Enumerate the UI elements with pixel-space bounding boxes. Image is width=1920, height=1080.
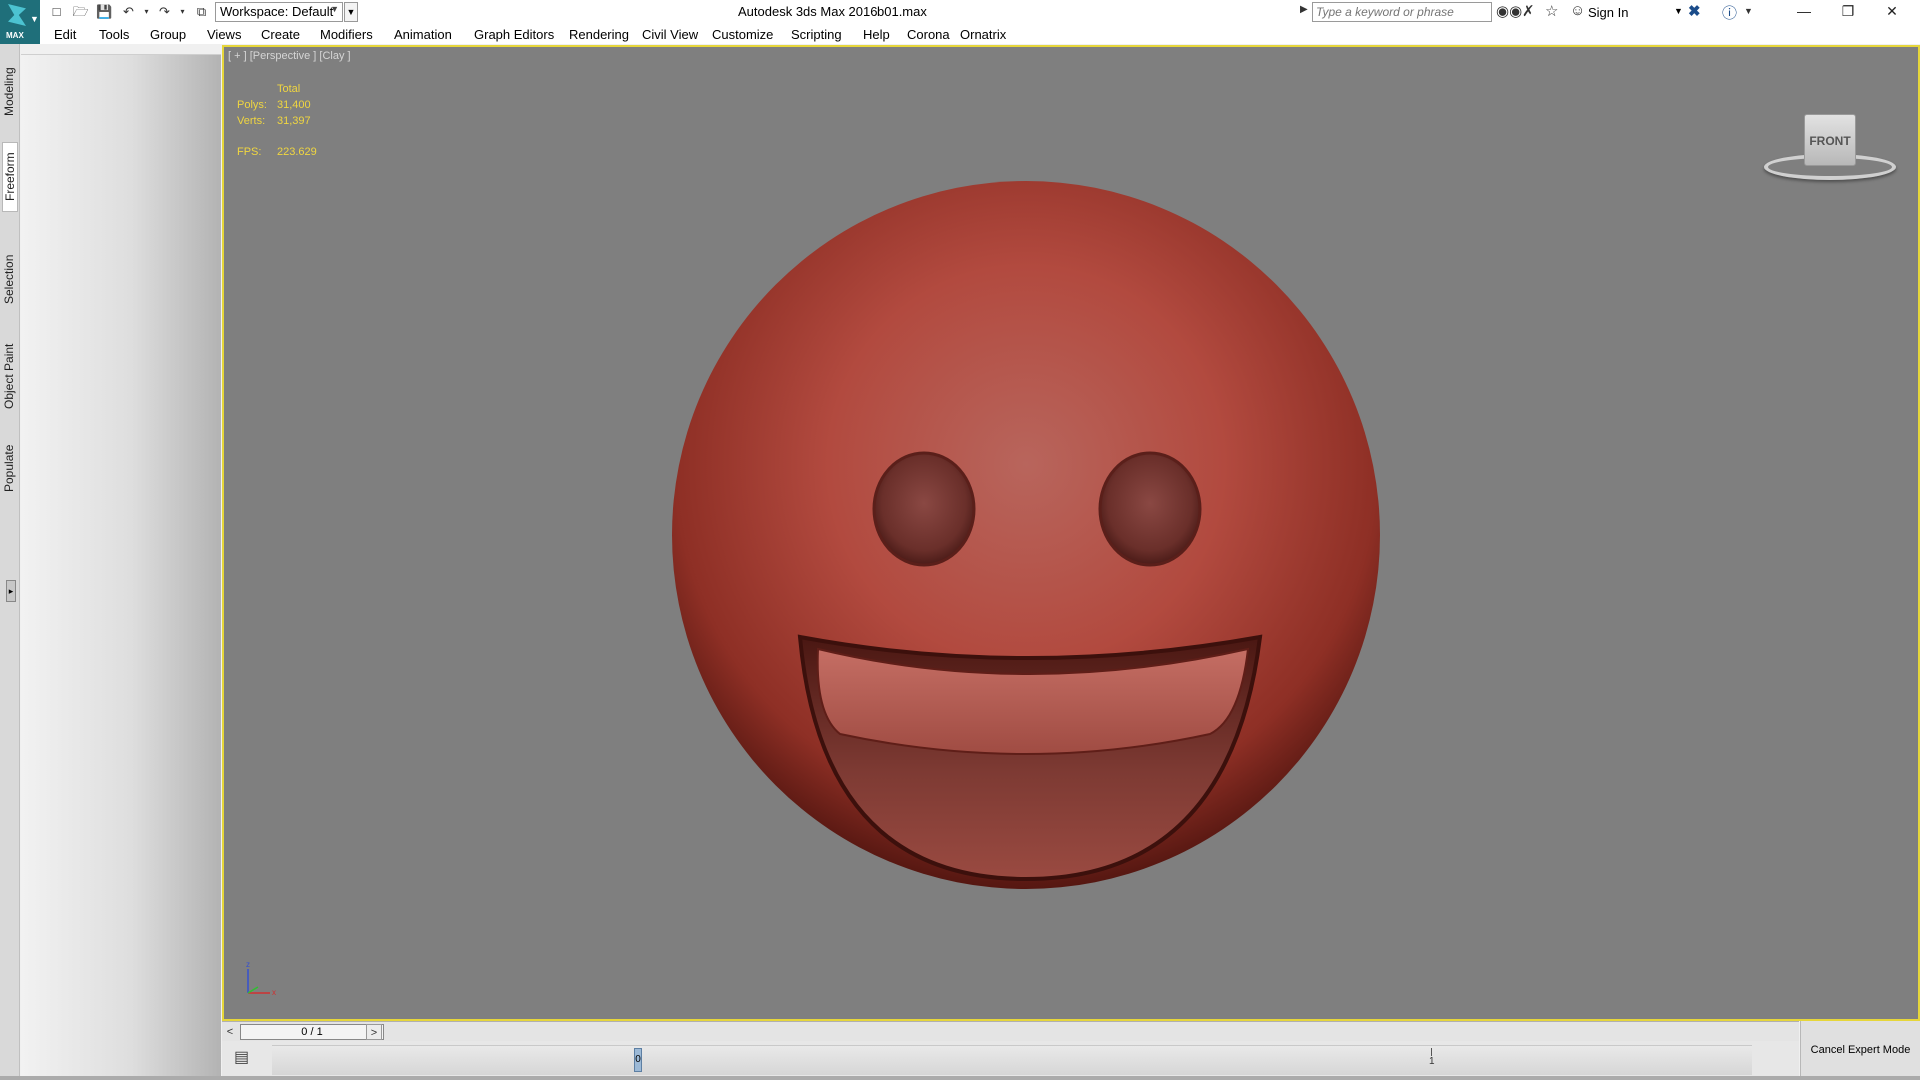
viewport-label-menu[interactable]: [ + ] [Perspective ] [Clay ] [228, 50, 351, 62]
tab-object-paint[interactable]: Object Paint [2, 332, 18, 420]
save-file-icon[interactable]: 💾 [96, 3, 113, 20]
polys-value: 31,400 [277, 99, 311, 111]
tab-populate[interactable]: Populate [2, 436, 18, 500]
menu-edit[interactable]: Edit [54, 27, 76, 42]
redo-dropdown-icon[interactable]: ▾ [174, 3, 191, 20]
cancel-expert-mode-button[interactable]: Cancel Expert Mode [1800, 1021, 1920, 1080]
search-expand-icon[interactable]: ▶ [1300, 4, 1308, 15]
app-menu-button[interactable]: ▼ MAX [0, 0, 40, 44]
exchange-x-icon[interactable]: ✖ [1688, 2, 1701, 20]
perspective-viewport[interactable]: [ + ] [Perspective ] [Clay ] Total Polys… [222, 45, 1920, 1021]
workspace-label: Workspace: Default [220, 4, 334, 19]
viewcube[interactable]: FRONT [1760, 114, 1900, 194]
open-file-icon[interactable]: 🗁 [72, 3, 89, 20]
chevron-down-icon: ▼ [30, 14, 39, 24]
close-button[interactable]: ✕ [1870, 0, 1914, 24]
verts-value: 31,397 [277, 115, 311, 127]
time-slider-thumb[interactable]: 0 / 1 [240, 1024, 384, 1040]
menu-modifiers[interactable]: Modifiers [320, 27, 373, 42]
sign-in-dropdown-icon[interactable]: ▼ [1674, 6, 1683, 16]
left-eye-socket [872, 451, 976, 567]
user-icon[interactable]: ☺ [1570, 2, 1585, 19]
redo-icon[interactable]: ↷ [156, 3, 173, 20]
fps-value: 223.629 [277, 146, 317, 158]
right-eye-socket [1098, 451, 1202, 567]
undo-icon[interactable]: ↶ [120, 3, 137, 20]
sign-in-link[interactable]: Sign In [1588, 5, 1628, 20]
menu-corona[interactable]: Corona [907, 27, 950, 42]
tab-selection[interactable]: Selection [2, 249, 18, 309]
menu-ornatrix[interactable]: Ornatrix [960, 27, 1006, 42]
end-frame-tick [1431, 1048, 1432, 1056]
bottom-border [0, 1076, 1920, 1080]
verts-label: Verts: [237, 115, 266, 127]
communication-center-icon[interactable]: ✗ [1522, 2, 1535, 20]
logo-tag: MAX [6, 31, 24, 40]
smiley-face-model[interactable] [670, 179, 1382, 891]
window-file-name: b01.max [877, 4, 927, 19]
menu-bar: Edit Tools Group Views Create Modifiers … [40, 24, 1920, 44]
fps-label: FPS: [237, 146, 262, 158]
3ds-max-logo-icon [8, 4, 26, 26]
track-bar-area[interactable]: 0 1 [272, 1045, 1752, 1075]
menu-views[interactable]: Views [207, 27, 241, 42]
menu-civil-view[interactable]: Civil View [642, 27, 698, 42]
polys-label: Polys: [237, 99, 267, 111]
undo-dropdown-icon[interactable]: ▾ [138, 3, 155, 20]
menu-animation[interactable]: Animation [394, 27, 452, 42]
menu-graph-editors[interactable]: Graph Editors [474, 27, 554, 42]
end-frame-label: 1 [1429, 1056, 1435, 1067]
tab-modeling[interactable]: Modeling [2, 62, 18, 122]
search-input[interactable] [1312, 2, 1492, 22]
menu-create[interactable]: Create [261, 27, 300, 42]
customize-quick-access-button[interactable]: ▼ [344, 2, 358, 22]
tab-freeform[interactable]: Freeform [2, 142, 18, 212]
binoculars-icon[interactable]: ◉◉ [1496, 2, 1522, 20]
next-frame-button[interactable]: > [366, 1024, 382, 1040]
current-frame-marker[interactable]: 0 [634, 1048, 642, 1072]
favorites-star-icon[interactable]: ☆ [1545, 2, 1558, 20]
new-file-icon[interactable]: □ [48, 3, 65, 20]
project-folder-icon[interactable]: ⧉ [193, 3, 210, 20]
previous-frame-button[interactable]: < [222, 1024, 238, 1040]
menu-help[interactable]: Help [863, 27, 890, 42]
menu-rendering[interactable]: Rendering [569, 27, 629, 42]
window-title: Autodesk 3ds Max 2016 [738, 4, 878, 19]
chevron-down-icon: ▼ [330, 4, 339, 14]
menu-customize[interactable]: Customize [712, 27, 773, 42]
restore-button[interactable]: ❐ [1826, 0, 1870, 24]
ribbon-toggle-button[interactable]: ▸ [6, 580, 16, 602]
ribbon-tab-strip: Modeling Freeform Selection Object Paint… [0, 44, 20, 1080]
axis-z-label: z [246, 960, 250, 969]
ribbon-panel [21, 54, 221, 1080]
viewcube-front-face[interactable]: FRONT [1804, 114, 1856, 166]
menu-scripting[interactable]: Scripting [791, 27, 842, 42]
menu-tools[interactable]: Tools [99, 27, 129, 42]
help-dropdown-icon[interactable]: ▼ [1744, 6, 1753, 16]
axis-tripod: z x [246, 960, 276, 997]
menu-group[interactable]: Group [150, 27, 186, 42]
track-bar: ▤ 0 1 [222, 1041, 1799, 1080]
help-icon[interactable]: ⓘ [1722, 2, 1737, 23]
axis-x-label: x [272, 988, 276, 997]
minimize-button[interactable]: — [1782, 0, 1826, 24]
mini-curve-editor-icon[interactable]: ▤ [234, 1047, 249, 1067]
workspace-dropdown[interactable]: Workspace: Default ▼ [215, 2, 343, 22]
title-bar: □ 🗁 💾 ↶ ▾ ↷ ▾ ⧉ Workspace: Default ▼ ▼ A… [0, 0, 1920, 24]
time-slider[interactable]: < 0 / 1 > [222, 1021, 1799, 1041]
stats-header: Total [277, 83, 301, 95]
